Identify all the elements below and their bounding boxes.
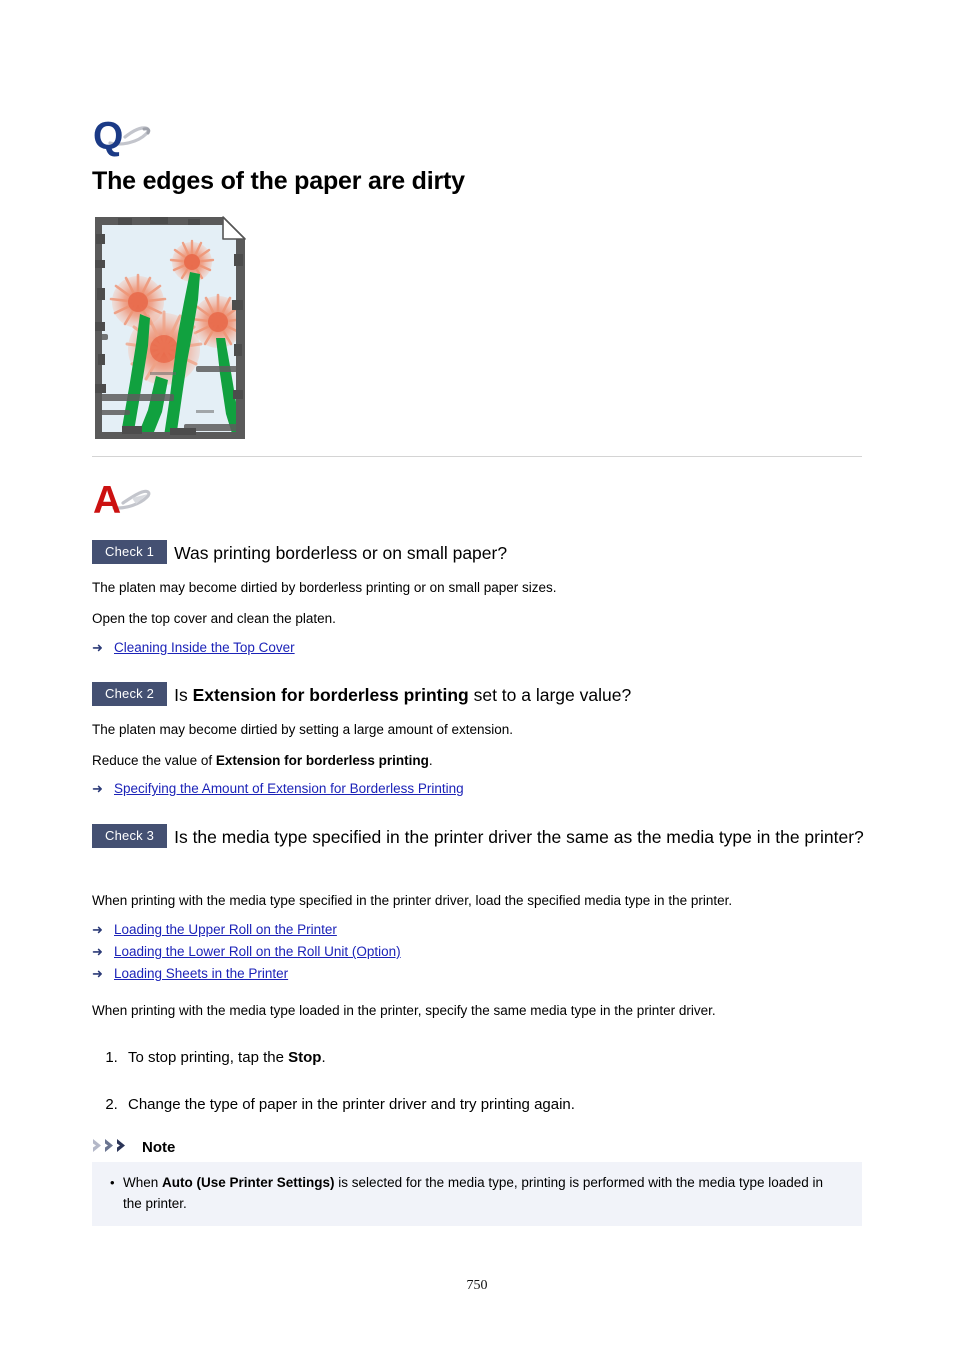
check-heading-1: Check 1 Was printing borderless or on sma… — [92, 539, 864, 568]
bullet-icon: • — [110, 1175, 115, 1190]
check1-paragraph-2: Open the top cover and clean the platen. — [92, 611, 336, 626]
note-title: Note — [142, 1139, 176, 1156]
arrow-right-icon: ➜ — [92, 966, 103, 981]
link-cleaning-inside-the-top-cover[interactable]: Cleaning Inside the Top Cover — [114, 637, 295, 659]
check2-paragraph-2: Reduce the value of Extension for border… — [92, 753, 433, 768]
note-item-text: When Auto (Use Printer Settings) is sele… — [123, 1175, 824, 1211]
check-question-3: Is the media type specified in the print… — [174, 827, 864, 847]
dirty-edges-illustration — [92, 214, 248, 442]
arrow-right-icon: ➜ — [92, 640, 103, 655]
arrow-right-icon: ➜ — [92, 922, 103, 937]
check-heading-2: Check 2 Is Extension for borderless print… — [92, 681, 864, 710]
svg-text:A: A — [93, 479, 121, 522]
link-row: ➜ Loading the Lower Roll on the Roll Uni… — [92, 941, 864, 963]
check-badge-3: Check 3 — [92, 824, 168, 848]
step-item: Change the type of paper in the printer … — [122, 1095, 864, 1115]
check1-paragraph-1: The platen may become dirtied by borderl… — [92, 580, 557, 595]
steps-list: To stop printing, tap the Stop. Change t… — [92, 1048, 864, 1115]
link-row: ➜ Loading the Upper Roll on the Printer — [92, 919, 864, 941]
note-list-item: • When Auto (Use Printer Settings) is se… — [92, 1172, 862, 1214]
link-loading-the-upper-roll-on-the-printer[interactable]: Loading the Upper Roll on the Printer — [114, 919, 337, 941]
arrow-right-icon: ➜ — [92, 944, 103, 959]
arrow-right-icon: ➜ — [92, 781, 103, 796]
check-question-1: Was printing borderless or on small pape… — [174, 543, 508, 563]
check3-paragraph-1: When printing with the media type specif… — [92, 893, 733, 908]
document-page: Q The edges of the paper are dirty A Che… — [0, 0, 954, 1350]
check-badge-1: Check 1 — [92, 540, 168, 564]
page-title: The edges of the paper are dirty — [92, 167, 465, 195]
section-divider — [92, 456, 862, 457]
check-question-2: Is Extension for borderless printing set… — [174, 685, 632, 705]
chevrons-icon — [92, 1138, 136, 1158]
page-number: 750 — [466, 1278, 488, 1293]
link-loading-the-lower-roll-on-the-roll-unit-option[interactable]: Loading the Lower Roll on the Roll Unit … — [114, 941, 401, 963]
link-specifying-the-amount-of-extension-for-borderless-printing[interactable]: Specifying the Amount of Extension for B… — [114, 778, 464, 800]
check-badge-2: Check 2 — [92, 682, 168, 706]
question-marker-icon: Q — [92, 112, 164, 158]
step-item: To stop printing, tap the Stop. — [122, 1048, 864, 1068]
note-box: • When Auto (Use Printer Settings) is se… — [92, 1162, 862, 1226]
link-row: ➜ Loading Sheets in the Printer — [92, 963, 864, 985]
check2-paragraph-1: The platen may become dirtied by setting… — [92, 722, 513, 737]
check3-trailing-paragraph: When printing with the media type loaded… — [92, 1003, 716, 1018]
link-loading-sheets-in-the-printer[interactable]: Loading Sheets in the Printer — [114, 963, 288, 985]
link-row: ➜ Cleaning Inside the Top Cover — [92, 637, 864, 659]
check-heading-3: Check 3 Is the media type specified in th… — [92, 823, 864, 852]
link-row: ➜ Specifying the Amount of Extension for… — [92, 778, 864, 800]
svg-text:Q: Q — [93, 115, 123, 158]
answer-marker-icon: A — [92, 476, 164, 522]
note-header: Note — [92, 1138, 864, 1158]
